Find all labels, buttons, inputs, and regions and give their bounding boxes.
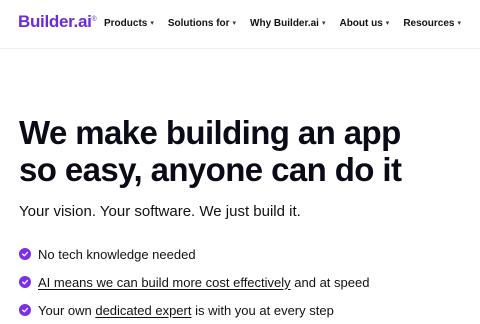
hero-subheading: Your vision. Your software. We just buil… xyxy=(19,203,301,220)
list-item: AI means we can build more cost effectiv… xyxy=(19,268,369,296)
nav-item-about-us[interactable]: About us ▾ xyxy=(339,18,389,29)
registered-mark: ® xyxy=(91,16,97,23)
nav-item-products[interactable]: Products ▾ xyxy=(104,18,154,29)
chevron-down-icon: ▾ xyxy=(321,20,326,27)
nav-item-label: About us xyxy=(339,17,383,29)
nav-item-why-builder-ai[interactable]: Why Builder.ai ▾ xyxy=(250,18,325,29)
hero-headline: We make building an app so easy, anyone … xyxy=(19,114,469,188)
header-divider xyxy=(0,48,480,49)
chevron-down-icon: ▾ xyxy=(232,20,237,27)
headline-line-1: We make building an app xyxy=(19,114,401,151)
chevron-down-icon: ▾ xyxy=(457,20,461,27)
ai-cost-effective-link[interactable]: AI means we can build more cost effectiv… xyxy=(38,275,291,290)
nav-item-resources[interactable]: Resources ▾ xyxy=(403,18,461,29)
check-circle-icon xyxy=(19,304,31,316)
check-circle-icon xyxy=(19,276,31,288)
nav-item-label: Why Builder.ai xyxy=(250,17,319,29)
benefit-text: No tech knowledge needed xyxy=(38,246,196,262)
nav-item-solutions-for[interactable]: Solutions for ▾ xyxy=(168,18,236,29)
chevron-down-icon: ▾ xyxy=(385,20,390,27)
brand-name: Builder.ai xyxy=(18,12,92,31)
benefit-text-suffix: is with you at every step xyxy=(191,302,334,318)
benefit-text-suffix: and at speed xyxy=(290,274,370,290)
benefits-list: No tech knowledge needed AI means we can… xyxy=(19,240,369,324)
chevron-down-icon: ▾ xyxy=(150,20,154,27)
headline-line-2: so easy, anyone can do it xyxy=(19,151,402,188)
builder-ai-logo[interactable]: Builder.ai® xyxy=(18,12,97,32)
check-circle-icon xyxy=(19,248,31,260)
top-navigation-bar: Builder.ai® Products ▾ Solutions for ▾ W… xyxy=(0,0,480,44)
benefit-text-prefix: Your own xyxy=(38,302,96,318)
nav-item-label: Resources xyxy=(403,17,455,29)
dedicated-expert-link[interactable]: dedicated expert xyxy=(95,303,191,318)
nav-item-label: Solutions for xyxy=(167,17,230,29)
main-nav: Products ▾ Solutions for ▾ Why Builder.a… xyxy=(104,16,475,30)
list-item: No tech knowledge needed xyxy=(19,240,369,268)
nav-item-label: Products xyxy=(104,17,148,29)
